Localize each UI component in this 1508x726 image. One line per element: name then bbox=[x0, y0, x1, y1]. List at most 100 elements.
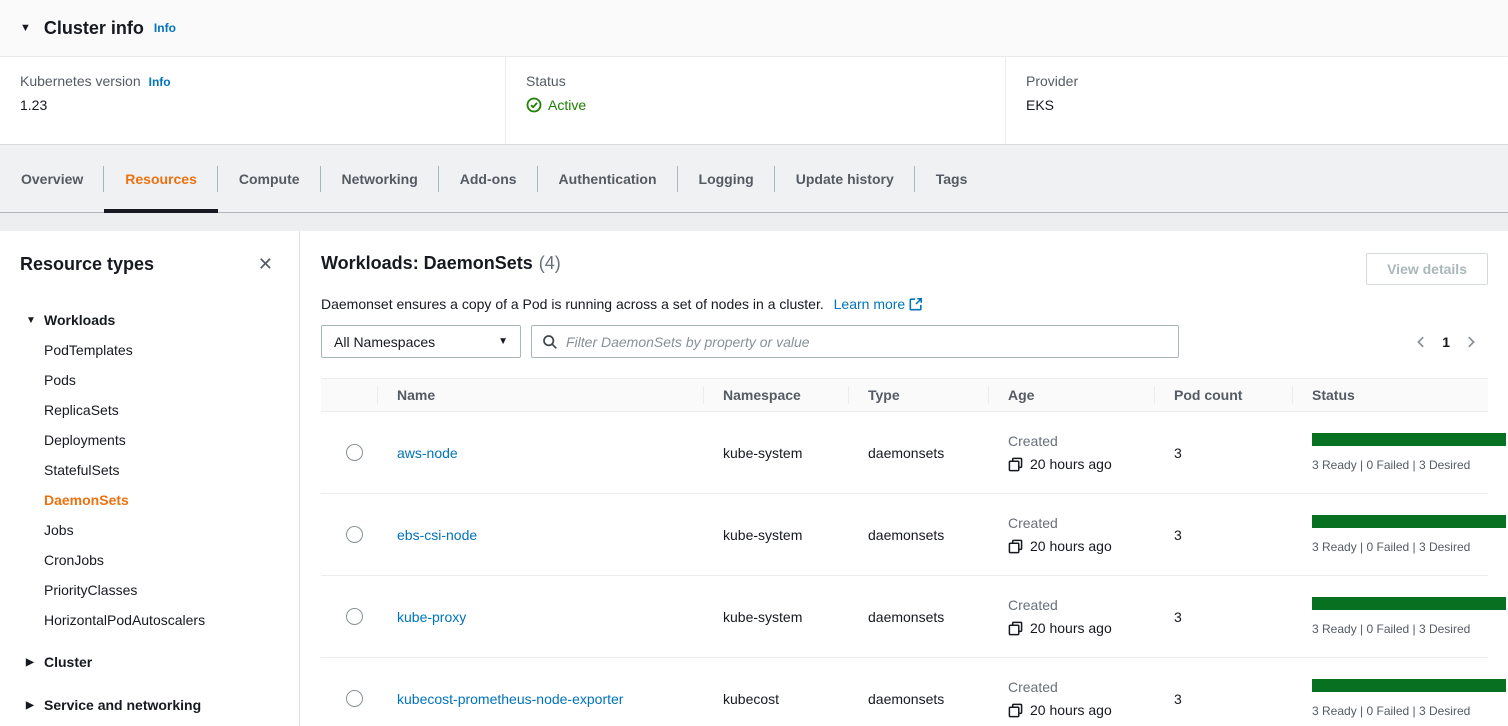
column-header-name: Name bbox=[377, 379, 703, 411]
daemonset-filter-searchbox bbox=[531, 325, 1179, 358]
status-cell: 3 Ready | 0 Failed | 3 Desired bbox=[1292, 597, 1506, 636]
external-link-icon bbox=[909, 297, 923, 311]
provider-label: Provider bbox=[1026, 73, 1508, 89]
age-cell: Created 20 hours ago bbox=[988, 597, 1154, 636]
resource-types-tree: ▼ Workloads PodTemplates Pods ReplicaSet… bbox=[20, 305, 279, 720]
sidebar-item-pods[interactable]: Pods bbox=[20, 365, 279, 395]
column-header-status: Status bbox=[1292, 379, 1488, 411]
namespace-cell: kube-system bbox=[703, 609, 848, 625]
namespace-cell: kubecost bbox=[703, 691, 848, 707]
daemonset-name-link[interactable]: kubecost-prometheus-node-exporter bbox=[397, 691, 623, 707]
daemonsets-panel: Workloads: DaemonSets(4) View details Da… bbox=[300, 231, 1508, 726]
select-column-header bbox=[321, 379, 377, 411]
pagination: 1 bbox=[1414, 334, 1488, 350]
tab-networking[interactable]: Networking bbox=[321, 145, 439, 212]
sidebar-group-cluster[interactable]: ▶ Cluster bbox=[20, 647, 279, 677]
age-cell: Created 20 hours ago bbox=[988, 433, 1154, 472]
tab-overview[interactable]: Overview bbox=[0, 145, 104, 212]
current-page[interactable]: 1 bbox=[1442, 334, 1450, 350]
close-icon[interactable]: ✕ bbox=[252, 253, 279, 275]
table-header: Name Namespace Type Age Pod count Status bbox=[321, 378, 1488, 412]
tab-authentication[interactable]: Authentication bbox=[538, 145, 678, 212]
tab-compute[interactable]: Compute bbox=[218, 145, 321, 212]
pod-count-cell: 3 bbox=[1154, 609, 1292, 625]
daemonset-name-link[interactable]: ebs-csi-node bbox=[397, 527, 477, 543]
daemonset-name-link[interactable]: aws-node bbox=[397, 445, 458, 461]
triangle-right-icon: ▶ bbox=[26, 700, 44, 711]
cluster-info-info-link[interactable]: Info bbox=[154, 21, 176, 35]
learn-more-link[interactable]: Learn more bbox=[834, 296, 924, 312]
cluster-info-card: Kubernetes versionInfo 1.23 Status Activ… bbox=[0, 57, 1508, 145]
tab-update-history[interactable]: Update history bbox=[775, 145, 915, 212]
status-caption: 3 Ready | 0 Failed | 3 Desired bbox=[1312, 704, 1506, 718]
status-cell: 3 Ready | 0 Failed | 3 Desired bbox=[1292, 433, 1506, 472]
sidebar-item-statefulsets[interactable]: StatefulSets bbox=[20, 455, 279, 485]
status-caption: 3 Ready | 0 Failed | 3 Desired bbox=[1312, 622, 1506, 636]
status-cell: 3 Ready | 0 Failed | 3 Desired bbox=[1292, 679, 1506, 718]
sidebar-item-cronjobs[interactable]: CronJobs bbox=[20, 545, 279, 575]
pod-count-cell: 3 bbox=[1154, 445, 1292, 461]
copy-icon[interactable] bbox=[1008, 457, 1023, 472]
column-header-namespace: Namespace bbox=[703, 379, 848, 411]
kubernetes-version-value: 1.23 bbox=[20, 97, 505, 113]
copy-icon[interactable] bbox=[1008, 621, 1023, 636]
status-caption: 3 Ready | 0 Failed | 3 Desired bbox=[1312, 540, 1506, 554]
daemonset-name-link[interactable]: kube-proxy bbox=[397, 609, 466, 625]
namespace-select[interactable]: All Namespaces ▼ bbox=[321, 325, 521, 358]
status-bar bbox=[1312, 679, 1506, 692]
row-radio-button[interactable] bbox=[346, 526, 363, 543]
age-cell: Created 20 hours ago bbox=[988, 679, 1154, 718]
tab-logging[interactable]: Logging bbox=[678, 145, 775, 212]
collapse-triangle-icon[interactable]: ▼ bbox=[20, 22, 31, 34]
panel-description: Daemonset ensures a copy of a Pod is run… bbox=[321, 296, 1488, 312]
previous-page-icon[interactable] bbox=[1414, 335, 1428, 349]
sidebar-item-daemonsets[interactable]: DaemonSets bbox=[20, 485, 279, 515]
copy-icon[interactable] bbox=[1008, 703, 1023, 718]
view-details-button[interactable]: View details bbox=[1366, 253, 1488, 285]
table-row: aws-node kube-system daemonsets Created … bbox=[321, 412, 1488, 494]
sidebar-item-horizontalpodautoscalers[interactable]: HorizontalPodAutoscalers bbox=[20, 605, 279, 635]
sidebar-group-service-and-networking[interactable]: ▶ Service and networking bbox=[20, 690, 279, 720]
status-cell: 3 Ready | 0 Failed | 3 Desired bbox=[1292, 515, 1506, 554]
sidebar-item-jobs[interactable]: Jobs bbox=[20, 515, 279, 545]
sidebar-item-priorityclasses[interactable]: PriorityClasses bbox=[20, 575, 279, 605]
sidebar-item-podtemplates[interactable]: PodTemplates bbox=[20, 335, 279, 365]
tab-resources[interactable]: Resources bbox=[104, 145, 218, 212]
row-count: (4) bbox=[539, 253, 561, 273]
filter-row: All Namespaces ▼ 1 bbox=[321, 325, 1488, 358]
row-radio-button[interactable] bbox=[346, 690, 363, 707]
sidebar-group-workloads[interactable]: ▼ Workloads bbox=[20, 305, 279, 335]
next-page-icon[interactable] bbox=[1464, 335, 1478, 349]
status-bar bbox=[1312, 433, 1506, 446]
copy-icon[interactable] bbox=[1008, 539, 1023, 554]
type-cell: daemonsets bbox=[848, 445, 988, 461]
kubernetes-version-info-link[interactable]: Info bbox=[149, 75, 171, 89]
resource-types-sidebar: Resource types ✕ ▼ Workloads PodTemplate… bbox=[0, 231, 300, 726]
cluster-tabs: Overview Resources Compute Networking Ad… bbox=[0, 145, 1508, 213]
cluster-info-header: ▼ Cluster info Info bbox=[0, 0, 1508, 57]
sidebar-item-replicasets[interactable]: ReplicaSets bbox=[20, 395, 279, 425]
pod-count-cell: 3 bbox=[1154, 527, 1292, 543]
search-input[interactable] bbox=[566, 334, 1168, 350]
daemonsets-table: Name Namespace Type Age Pod count Status… bbox=[321, 378, 1488, 726]
type-cell: daemonsets bbox=[848, 691, 988, 707]
search-icon bbox=[542, 334, 558, 350]
status-check-icon bbox=[526, 97, 542, 113]
namespace-cell: kube-system bbox=[703, 445, 848, 461]
tab-tags[interactable]: Tags bbox=[915, 145, 989, 212]
namespace-cell: kube-system bbox=[703, 527, 848, 543]
status-bar bbox=[1312, 597, 1506, 610]
table-row: ebs-csi-node kube-system daemonsets Crea… bbox=[321, 494, 1488, 576]
kubernetes-version-field: Kubernetes versionInfo 1.23 bbox=[0, 57, 505, 144]
status-value: Active bbox=[526, 97, 1005, 113]
provider-field: Provider EKS bbox=[1005, 57, 1508, 144]
provider-value: EKS bbox=[1026, 97, 1508, 113]
sidebar-item-deployments[interactable]: Deployments bbox=[20, 425, 279, 455]
triangle-right-icon: ▶ bbox=[26, 657, 44, 668]
triangle-down-icon: ▼ bbox=[26, 315, 44, 326]
row-radio-button[interactable] bbox=[346, 444, 363, 461]
status-label: Status bbox=[526, 73, 1005, 89]
kubernetes-version-label: Kubernetes versionInfo bbox=[20, 73, 505, 89]
row-radio-button[interactable] bbox=[346, 608, 363, 625]
tab-add-ons[interactable]: Add-ons bbox=[439, 145, 538, 212]
